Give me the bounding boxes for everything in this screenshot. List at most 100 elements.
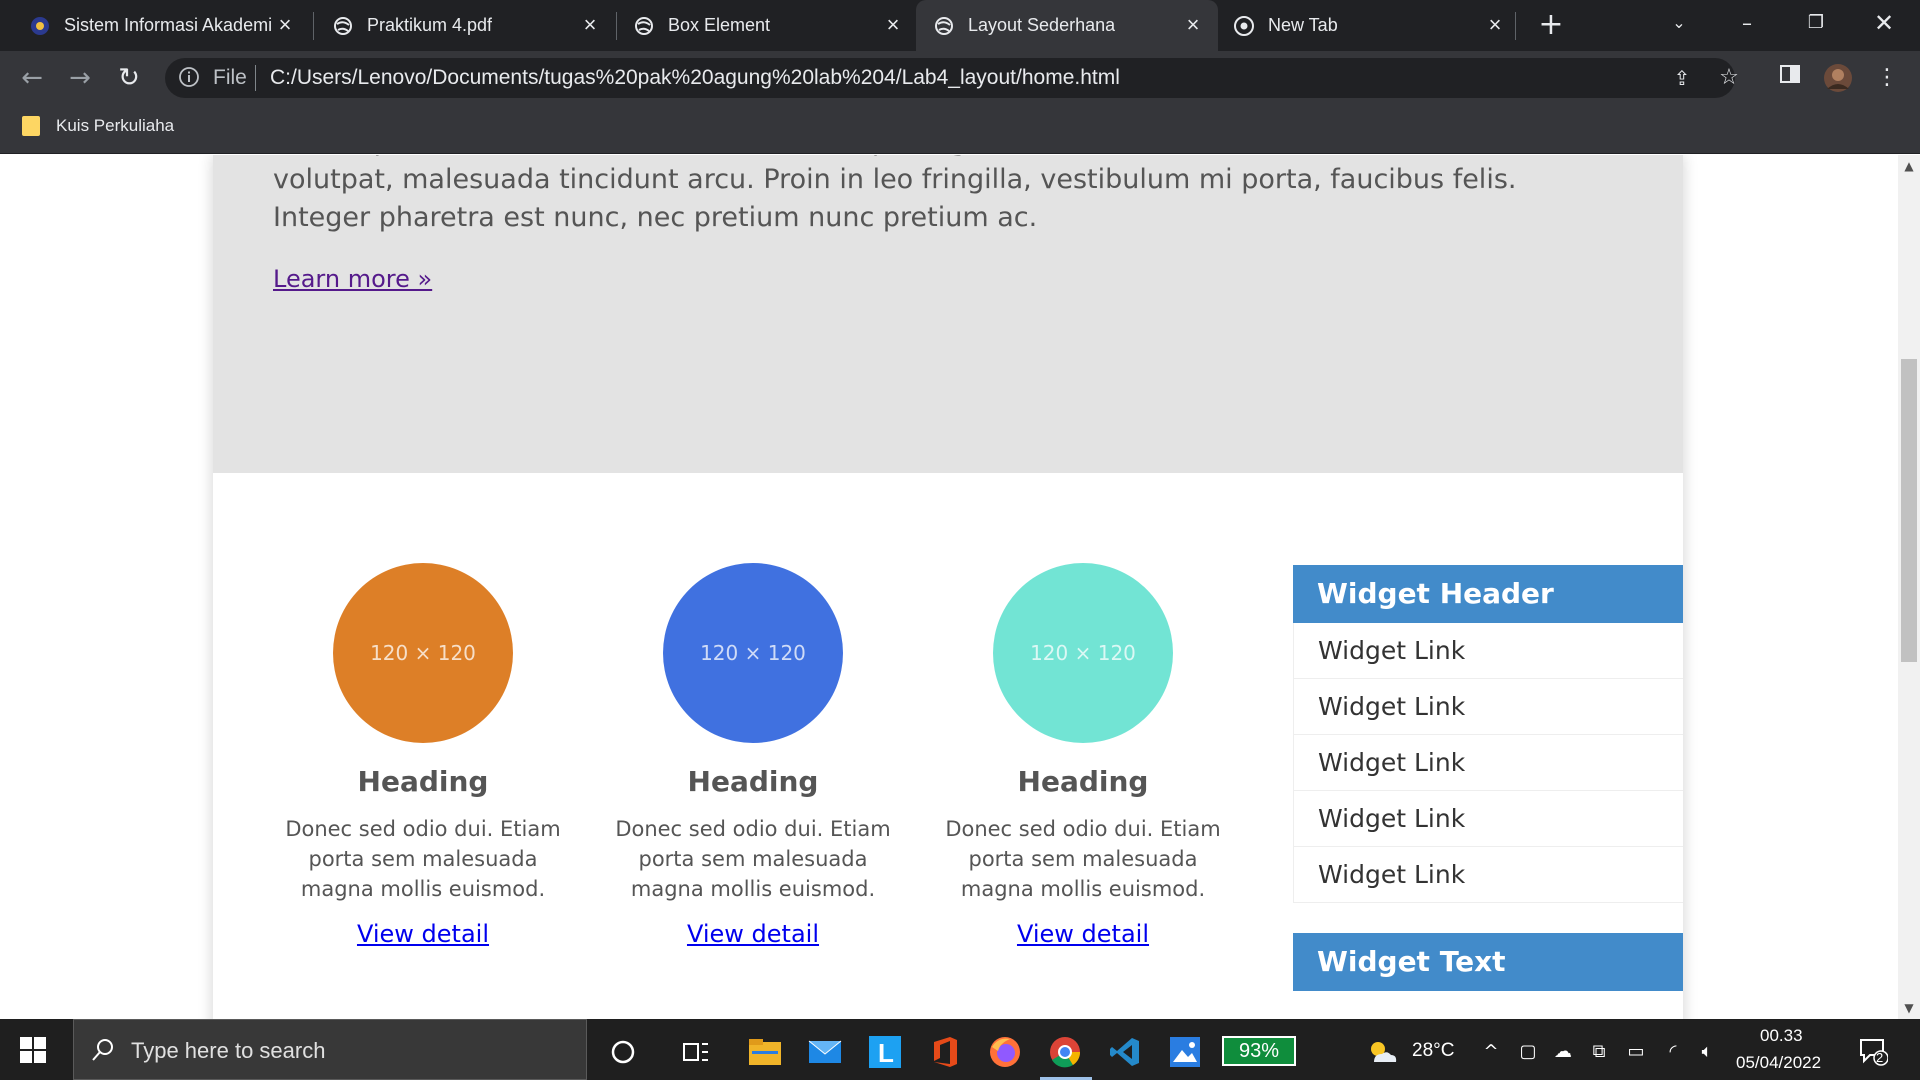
learn-more-link[interactable]: Learn more » bbox=[273, 265, 432, 293]
volume-icon[interactable]: 🔈︎ bbox=[1695, 1040, 1719, 1064]
jumbotron-text: Lorem ipsum dolor sit amet, consectetur … bbox=[273, 155, 1517, 233]
widget-text-header: Widget Text bbox=[1293, 933, 1683, 991]
feature-image-placeholder: 120 × 120 bbox=[663, 563, 843, 743]
mail-icon[interactable] bbox=[805, 1032, 845, 1072]
tab-separator bbox=[313, 12, 314, 40]
profile-avatar[interactable] bbox=[1823, 63, 1853, 93]
forward-arrow-icon[interactable]: → bbox=[65, 63, 95, 93]
battery-indicator[interactable]: 93% bbox=[1222, 1036, 1296, 1066]
search-placeholder: Type here to search bbox=[131, 1038, 326, 1063]
restore-button[interactable]: ❐ bbox=[1796, 8, 1836, 38]
file-scheme-label: File bbox=[213, 66, 247, 89]
tab-new-tab[interactable]: New Tab × bbox=[1220, 0, 1520, 51]
feature-image-placeholder: 120 × 120 bbox=[333, 563, 513, 743]
wifi-icon[interactable]: ◜ bbox=[1661, 1040, 1685, 1064]
svg-text:L: L bbox=[878, 1038, 894, 1068]
page-viewport: Lorem ipsum dolor sit amet, consectetur … bbox=[0, 155, 1898, 1019]
cortana-icon[interactable] bbox=[603, 1032, 643, 1072]
meet-now-icon[interactable]: ▢ bbox=[1516, 1040, 1540, 1064]
file-explorer-icon[interactable] bbox=[745, 1032, 785, 1072]
temperature-label[interactable]: 28°C bbox=[1412, 1040, 1454, 1062]
feature-image-placeholder: 120 × 120 bbox=[993, 563, 1173, 743]
view-detail-link[interactable]: View detail bbox=[1017, 920, 1149, 948]
windows-start-icon[interactable] bbox=[20, 1037, 48, 1065]
office-icon[interactable] bbox=[925, 1032, 965, 1072]
widget-text: Widget Text bbox=[1293, 933, 1683, 991]
notification-center-icon[interactable] bbox=[1858, 1036, 1889, 1066]
tab-separator bbox=[616, 12, 617, 40]
tab-sistem-informasi[interactable]: Sistem Informasi Akademi × bbox=[0, 0, 310, 51]
tab-title: New Tab bbox=[1268, 15, 1338, 35]
view-detail-link[interactable]: View detail bbox=[357, 920, 489, 948]
reload-icon[interactable]: ↻ bbox=[114, 63, 144, 93]
tab-layout-sederhana[interactable]: Layout Sederhana × bbox=[916, 0, 1218, 51]
feature-heading: Heading bbox=[1017, 765, 1149, 798]
scrollbar-thumb[interactable] bbox=[1898, 356, 1920, 665]
view-detail-link[interactable]: View detail bbox=[687, 920, 819, 948]
tab-box-element[interactable]: Box Element × bbox=[618, 0, 918, 51]
globe-icon bbox=[934, 16, 954, 36]
tab-praktikum-pdf[interactable]: Praktikum 4.pdf × bbox=[315, 0, 615, 51]
clock-date[interactable]: 05/04/2022 bbox=[1736, 1053, 1821, 1073]
feature-card: 120 × 120 Heading Donec sed odio dui. Et… bbox=[603, 563, 903, 948]
widget-link[interactable]: Widget Link bbox=[1293, 847, 1683, 903]
back-arrow-icon[interactable]: ← bbox=[17, 63, 47, 93]
side-panel-icon[interactable] bbox=[1775, 63, 1805, 93]
widget-link[interactable]: Widget Link bbox=[1293, 791, 1683, 847]
firefox-icon[interactable] bbox=[985, 1032, 1025, 1072]
kebab-menu-icon[interactable]: ⋮ bbox=[1872, 63, 1902, 93]
scroll-down-arrow-icon[interactable]: ▼ bbox=[1898, 999, 1920, 1017]
clock-time[interactable]: 00.33 bbox=[1760, 1026, 1803, 1046]
lumen-app-icon[interactable]: L bbox=[865, 1032, 905, 1072]
photos-icon[interactable] bbox=[1165, 1032, 1205, 1072]
task-view-icon[interactable] bbox=[676, 1032, 716, 1072]
close-window-button[interactable]: ✕ bbox=[1864, 8, 1904, 38]
share-icon[interactable]: ⇪ bbox=[1667, 63, 1697, 93]
widget-link[interactable]: Widget Link bbox=[1293, 679, 1683, 735]
bookmark-star-icon[interactable]: ☆ bbox=[1714, 63, 1744, 93]
chrome-taskbar-icon[interactable] bbox=[1045, 1032, 1085, 1072]
close-tab-icon[interactable]: × bbox=[1484, 14, 1506, 36]
chrome-icon bbox=[1234, 15, 1254, 36]
screen-record-icon[interactable]: ⧉ bbox=[1587, 1040, 1611, 1064]
show-hidden-icons-chevron-icon[interactable]: ^ bbox=[1479, 1040, 1503, 1064]
widget-link[interactable]: Widget Link bbox=[1293, 735, 1683, 791]
feature-text: Donec sed odio dui. Etiam porta sem male… bbox=[285, 817, 561, 901]
tab-title: Layout Sederhana bbox=[968, 15, 1116, 35]
widget-link[interactable]: Widget Link bbox=[1293, 623, 1683, 679]
bookmark-label: Kuis Perkuliaha bbox=[56, 116, 175, 135]
tab-title: Praktikum 4.pdf bbox=[367, 15, 493, 35]
close-tab-icon[interactable]: × bbox=[1182, 14, 1204, 36]
bookmarks-bar bbox=[0, 104, 1920, 154]
university-favicon-icon bbox=[30, 16, 50, 36]
onedrive-cloud-icon[interactable]: ☁ bbox=[1551, 1040, 1575, 1064]
close-tab-icon[interactable]: × bbox=[274, 14, 296, 36]
page-container: Lorem ipsum dolor sit amet, consectetur … bbox=[213, 155, 1683, 1019]
tab-separator bbox=[1515, 12, 1516, 40]
globe-icon bbox=[634, 16, 654, 36]
bookmark-folder-kuis[interactable]: Kuis Perkuliaha bbox=[22, 114, 174, 138]
feature-card: 120 × 120 Heading Donec sed odio dui. Et… bbox=[933, 563, 1233, 948]
info-icon[interactable] bbox=[178, 66, 202, 90]
notification-count: 2 bbox=[1876, 1050, 1884, 1065]
new-tab-button[interactable]: + bbox=[1537, 10, 1565, 40]
address-separator bbox=[255, 65, 256, 91]
weather-icon[interactable] bbox=[1365, 1040, 1399, 1064]
widget-header: Widget Header bbox=[1293, 565, 1683, 623]
close-tab-icon[interactable]: × bbox=[579, 14, 601, 36]
globe-icon bbox=[333, 16, 353, 36]
tab-title: Box Element bbox=[668, 15, 771, 35]
feature-text: Donec sed odio dui. Etiam porta sem male… bbox=[945, 817, 1221, 901]
feature-heading: Heading bbox=[357, 765, 489, 798]
search-icon bbox=[90, 1037, 116, 1063]
battery-tray-icon[interactable]: ▭ bbox=[1624, 1040, 1648, 1064]
vscode-icon[interactable] bbox=[1105, 1032, 1145, 1072]
close-tab-icon[interactable]: × bbox=[882, 14, 904, 36]
minimize-button[interactable]: – bbox=[1727, 8, 1767, 38]
scroll-up-arrow-icon[interactable]: ▲ bbox=[1898, 157, 1920, 175]
widget-links: Widget Header Widget Link Widget Link Wi… bbox=[1293, 565, 1683, 903]
url-text[interactable]: C:/Users/Lenovo/Documents/tugas%20pak%20… bbox=[270, 66, 1120, 90]
folder-icon bbox=[22, 116, 40, 136]
tab-search-chevron-icon[interactable]: ⌄ bbox=[1659, 8, 1699, 38]
tab-title: Sistem Informasi Akademi bbox=[64, 15, 273, 35]
